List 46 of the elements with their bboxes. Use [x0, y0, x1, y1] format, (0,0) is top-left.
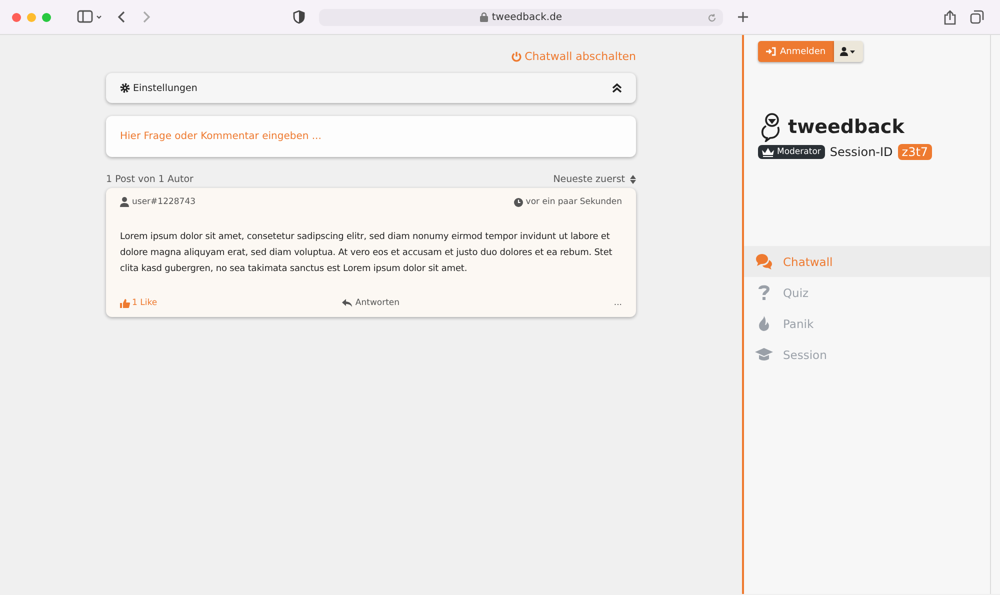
tabs-overview-icon[interactable] [970, 10, 984, 24]
post-time: vor ein paar Sekunden [526, 197, 622, 207]
post-text: Lorem ipsum dolor sit amet, consetetur sadipscing elitr, sed diam nonumy eirmod tempor invidunt ut labore et dolore magna aliquyam erat, sed diam voluptua. At vero eos et accusam et justo duo dolores et ea rebum. Stet clita kasd gubergren, no sea takimata sanctus est Lorem ipsum dolor sit amet. [120, 231, 614, 276]
login-icon [766, 47, 776, 56]
close-window-button[interactable] [12, 12, 21, 22]
shield-icon[interactable] [293, 10, 305, 24]
reply-button[interactable]: Antworten [342, 298, 400, 308]
clock-icon [514, 198, 523, 206]
logo-icon [760, 112, 782, 142]
session-id-label: Session-ID [830, 145, 893, 159]
user-icon [120, 197, 129, 207]
sort-dropdown[interactable]: Neueste zuerst [553, 174, 636, 185]
graduation-cap-icon [755, 346, 773, 363]
comment-input-field[interactable]: Hier Frage oder Kommentar eingeben ... [106, 116, 636, 157]
more-button[interactable]: ... [614, 298, 622, 308]
chat-bubbles-icon [755, 253, 773, 270]
like-button[interactable]: 1 Like [120, 298, 158, 308]
lock-icon [480, 12, 488, 22]
crown-icon [762, 148, 774, 156]
session-id-badge: z3t7 [898, 144, 932, 160]
chatwall-off-link[interactable]: Chatwall abschalten [510, 49, 636, 63]
reply-icon [342, 299, 352, 307]
power-icon [510, 50, 522, 62]
nav-item[interactable]: Session [744, 339, 990, 370]
sidebar-icon[interactable] [77, 10, 103, 24]
share-icon[interactable] [944, 10, 956, 24]
brand-name: tweedback [788, 116, 904, 138]
collapse-icon[interactable] [612, 83, 622, 93]
settings-panel[interactable]: Einstellungen [106, 73, 636, 103]
user-caret-icon [840, 47, 856, 56]
url-text: tweedback.de [492, 12, 562, 22]
user-menu-button[interactable] [834, 41, 863, 62]
settings-title: Einstellungen [133, 82, 198, 94]
nav-item[interactable]: Quiz [744, 277, 990, 308]
nav-item[interactable]: Chatwall [744, 246, 990, 277]
role-badge: Moderator [758, 145, 825, 159]
nav-item[interactable]: Panik [744, 308, 990, 339]
thumbs-up-icon [120, 298, 130, 308]
post-count: 1 Post von 1 Autor [106, 174, 194, 185]
back-icon[interactable] [117, 10, 127, 24]
login-button[interactable]: Anmelden [758, 41, 834, 62]
new-tab-icon[interactable] [737, 11, 749, 23]
gear-icon [120, 83, 130, 93]
sort-icon [630, 175, 636, 184]
post-author: user#1228743 [132, 197, 196, 207]
address-bar[interactable]: tweedback.de [319, 8, 723, 26]
